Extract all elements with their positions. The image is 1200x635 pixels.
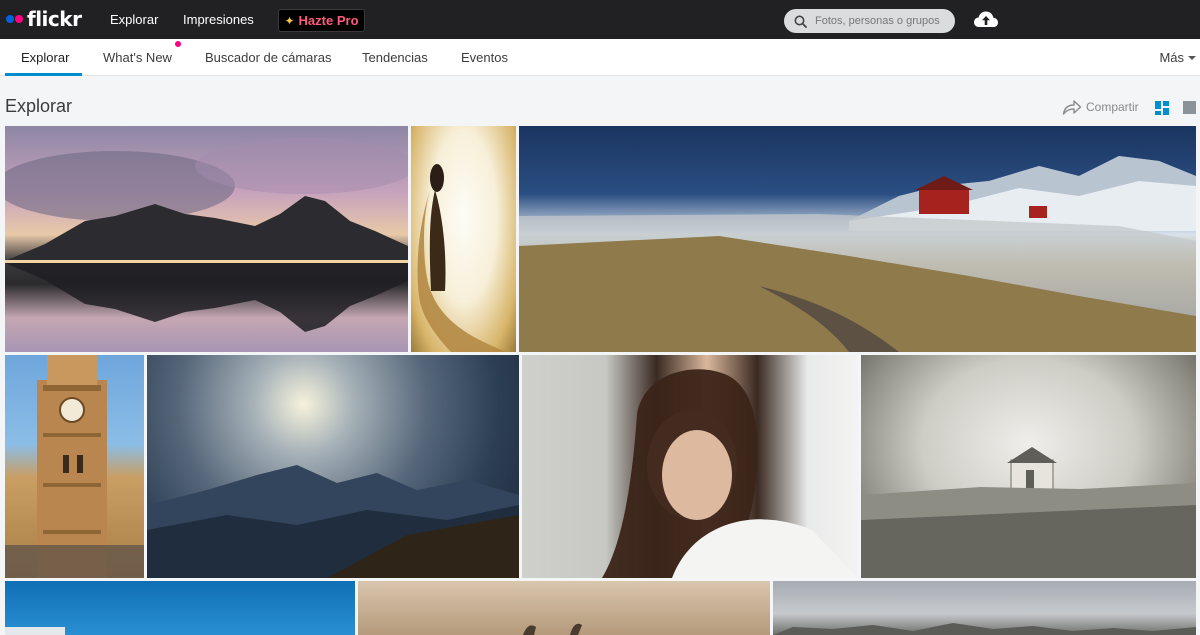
cloud-upload-icon[interactable] <box>973 9 999 36</box>
photo-house-in-misty-field[interactable] <box>861 355 1196 578</box>
more-menu-label: Más <box>1159 50 1184 65</box>
single-view-icon[interactable] <box>1183 101 1196 114</box>
share-arrow-icon <box>1062 100 1082 115</box>
share-button[interactable]: Compartir <box>1062 99 1139 115</box>
photo-woman-in-golden-dress[interactable] <box>411 126 516 352</box>
photo-woman-reading-portrait[interactable] <box>522 355 858 578</box>
tab-tendencias[interactable]: Tendencias <box>362 50 428 65</box>
share-label: Compartir <box>1086 100 1139 114</box>
photo-red-house-snowy-coast[interactable] <box>519 126 1196 352</box>
tab-buscador-de-camaras[interactable]: Buscador de cámaras <box>205 50 331 65</box>
tab-whats-new[interactable]: What's New <box>103 50 172 65</box>
notification-dot <box>175 41 181 47</box>
photo-sun-over-mountain-valley[interactable] <box>147 355 519 578</box>
logo-pink-dot <box>15 15 23 23</box>
top-bar: flickr Explorar Impresiones ✦ Hazte Pro <box>0 0 1200 39</box>
nav-link-impresiones[interactable]: Impresiones <box>183 12 254 27</box>
search-icon <box>794 15 807 28</box>
grid-view-icon[interactable] <box>1155 101 1169 115</box>
sparkle-icon: ✦ <box>284 13 295 28</box>
chevron-down-icon <box>1188 55 1196 60</box>
photo-mountain-reflection-sunset[interactable] <box>5 126 408 352</box>
hazte-pro-label: Hazte Pro <box>298 13 359 28</box>
flickr-logo[interactable]: flickr <box>6 7 82 31</box>
hazte-pro-button[interactable]: ✦ Hazte Pro <box>278 9 365 32</box>
photo-cloudy-landscape[interactable] <box>773 581 1196 635</box>
tab-explorar[interactable]: Explorar <box>21 50 69 65</box>
nav-link-explorar[interactable]: Explorar <box>110 12 158 27</box>
photo-blue-sky[interactable] <box>5 581 355 635</box>
more-menu[interactable]: Más <box>1159 50 1196 65</box>
search-input[interactable] <box>815 15 945 27</box>
photo-stone-clock-tower[interactable] <box>5 355 144 578</box>
logo-text: flickr <box>27 7 82 31</box>
page-title: Explorar <box>5 96 73 116</box>
photo-animal-horns[interactable] <box>358 581 770 635</box>
search-box[interactable] <box>784 9 955 33</box>
tab-eventos[interactable]: Eventos <box>461 50 508 65</box>
active-tab-indicator <box>5 73 82 76</box>
logo-blue-dot <box>6 15 14 23</box>
